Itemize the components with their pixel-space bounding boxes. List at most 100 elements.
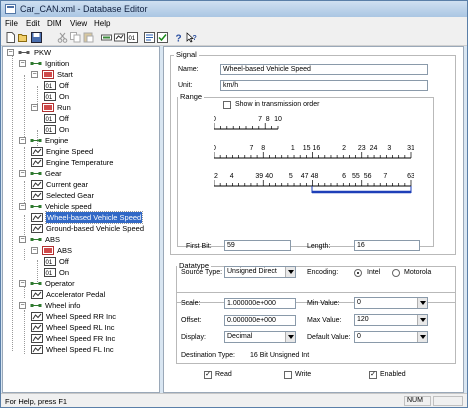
paste-icon[interactable] — [83, 32, 94, 43]
group-icon — [42, 103, 54, 112]
source-type-select[interactable]: Unsigned Direct — [224, 266, 296, 278]
read-label: Read — [215, 371, 232, 378]
svg-text:01: 01 — [46, 271, 53, 277]
tree-item-label: Wheel Speed RL Inc — [46, 323, 115, 332]
ruler-byte47-label: 40 — [265, 173, 273, 180]
chevron-down-icon — [285, 267, 295, 277]
message-icon — [30, 59, 42, 68]
destination-type-value: 16 Bit Unsigned Int — [250, 352, 310, 359]
signal-unit-input[interactable]: km/h — [220, 80, 428, 91]
new-icon[interactable] — [5, 32, 16, 43]
menu-view[interactable]: View — [70, 19, 87, 28]
unit-label: Unit: — [178, 82, 193, 89]
collapse-icon[interactable]: − — [7, 49, 14, 56]
range-group-title: Range — [178, 92, 205, 101]
menu-help[interactable]: Help — [94, 19, 110, 28]
ruler-byte03-label: 7 — [249, 145, 253, 152]
tree-item-label: On — [59, 125, 70, 134]
svg-text:?: ? — [176, 34, 182, 44]
svg-text:01: 01 — [46, 84, 53, 90]
add-message-icon[interactable] — [101, 32, 112, 43]
tree-item-label: Off — [59, 257, 69, 266]
show-transmission-order-checkbox[interactable] — [223, 101, 231, 109]
read-checkbox[interactable]: ✓ — [204, 371, 212, 379]
group-icon — [42, 70, 54, 79]
ruler-byte03-label: 31 — [407, 145, 414, 152]
message-icon — [30, 169, 42, 178]
tree-item-label: ABS — [45, 235, 61, 244]
offset-label: Offset: — [181, 317, 202, 324]
write-checkbox[interactable] — [284, 371, 292, 379]
add-value-icon[interactable]: 01 — [127, 32, 138, 43]
intel-radio[interactable] — [354, 269, 362, 277]
length-input[interactable]: 16 — [354, 240, 420, 251]
help-icon[interactable]: ? — [173, 32, 184, 44]
cut-icon[interactable] — [57, 32, 68, 43]
collapse-icon[interactable]: − — [31, 104, 38, 111]
menu-edit[interactable]: Edit — [26, 19, 40, 28]
motorola-radio[interactable] — [392, 269, 400, 277]
signal-tree[interactable]: − PKW − Ignition − Start 01 Off 01 On − Run 01 Off 0… — [2, 46, 160, 393]
value-icon: 01 — [44, 81, 56, 90]
collapse-icon[interactable]: − — [19, 60, 26, 67]
tree-item-label: Off — [59, 81, 69, 90]
chevron-down-icon — [417, 315, 427, 325]
tree-item-label: Engine Speed — [46, 147, 94, 156]
menu-file[interactable]: File — [5, 19, 18, 28]
collapse-icon[interactable]: − — [19, 280, 26, 287]
scale-input[interactable]: 1.000000e+000 — [224, 298, 296, 309]
open-icon[interactable] — [18, 32, 29, 43]
default-value-select[interactable]: 0 — [354, 331, 428, 343]
tree-item-label: Start — [57, 70, 73, 79]
menu-bar: File Edit DIM View Help — [1, 17, 467, 30]
check-icon[interactable] — [157, 32, 168, 43]
enabled-label: Enabled — [380, 371, 406, 378]
display-select[interactable]: Decimal — [224, 331, 296, 343]
signal-icon — [31, 290, 43, 299]
menu-dim[interactable]: DIM — [47, 19, 62, 28]
tree-root[interactable]: − PKW — [7, 47, 157, 58]
copy-icon[interactable] — [70, 32, 81, 43]
signal-group-title: Signal — [174, 50, 199, 59]
max-value-select[interactable]: 120 — [354, 314, 428, 326]
collapse-icon[interactable]: − — [19, 137, 26, 144]
collapse-icon[interactable]: − — [19, 203, 26, 210]
collapse-icon[interactable]: − — [31, 247, 38, 254]
add-signal-icon[interactable] — [114, 32, 125, 43]
tree-item-label: Wheel-based Vehicle Speed — [44, 211, 144, 224]
min-value-select[interactable]: 0 — [354, 297, 428, 309]
value-icon: 01 — [44, 125, 56, 134]
destination-type-label: Destination Type: — [181, 352, 235, 359]
collapse-icon[interactable]: − — [31, 71, 38, 78]
ruler-byte47-label: 32 — [214, 173, 218, 180]
ruler-byte03-label: 1 — [291, 145, 295, 152]
first-bit-input[interactable]: 59 — [224, 240, 291, 251]
tree-item-label: Run — [57, 103, 71, 112]
enabled-checkbox[interactable]: ✓ — [369, 371, 377, 379]
ruler-byte47-label: 6 — [342, 173, 346, 180]
collapse-icon[interactable]: − — [19, 170, 26, 177]
signal-name-input[interactable]: Wheel-based Vehicle Speed — [220, 64, 428, 75]
bit-rulers[interactable]: 0781007811516223243313243940547486555676… — [214, 113, 414, 207]
ruler-byte47-label: 5 — [289, 173, 293, 180]
ruler-short-label: 0 — [214, 116, 216, 123]
show-transmission-order-label: Show in transmission order — [235, 101, 320, 108]
message-icon — [30, 279, 42, 288]
message-icon — [30, 202, 42, 211]
offset-input[interactable]: 0.000000e+000 — [224, 315, 296, 326]
ruler-byte03-label: 3 — [387, 145, 391, 152]
window-title: Car_CAN.xml - Database Editor — [20, 4, 148, 14]
length-label: Length: — [307, 243, 331, 250]
signal-icon — [31, 334, 43, 343]
collapse-icon[interactable]: − — [19, 236, 26, 243]
collapse-icon[interactable]: − — [19, 302, 26, 309]
save-icon[interactable] — [31, 32, 42, 43]
signal-icon — [31, 224, 43, 233]
context-help-icon[interactable]: ? — [186, 32, 197, 43]
ruler-byte47-label: 39 — [255, 173, 263, 180]
signal-icon — [31, 180, 43, 189]
source-type-label: Source Type: — [181, 269, 223, 276]
tree-item-label: On — [59, 92, 70, 101]
properties-icon[interactable] — [144, 32, 155, 43]
ruler-byte47-label: 48 — [311, 173, 319, 180]
